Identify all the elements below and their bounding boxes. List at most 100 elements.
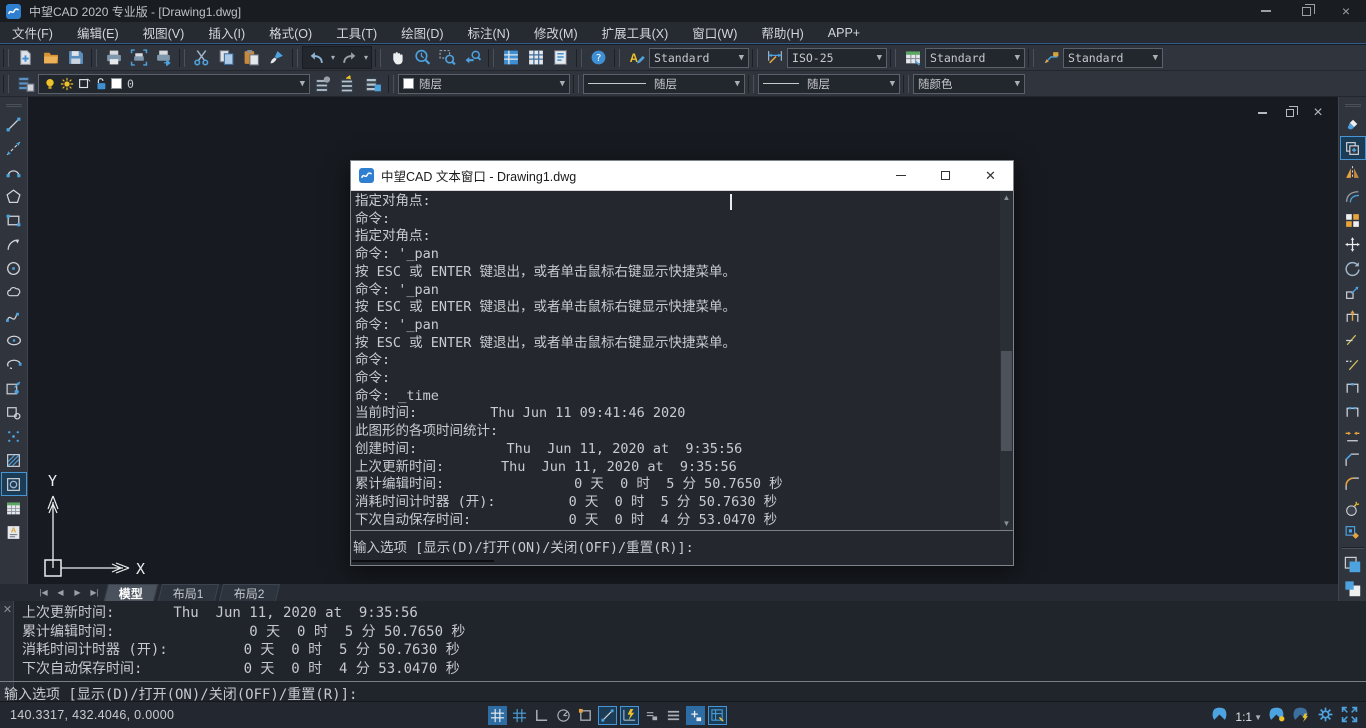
auto-annotation-icon[interactable] [1293, 706, 1310, 728]
doc-restore-icon[interactable] [1281, 105, 1299, 121]
text-window-close-icon[interactable]: ✕ [968, 161, 1013, 190]
pan-icon[interactable] [385, 46, 410, 69]
arc-icon[interactable] [1, 232, 27, 256]
line-icon[interactable] [1, 112, 27, 136]
lineweight-select[interactable]: 随层 ▼ [758, 74, 900, 94]
chamfer-icon[interactable] [1340, 448, 1366, 472]
scroll-up-icon[interactable]: ▲ [1000, 191, 1013, 204]
tab-nav-arrow-icon[interactable]: ▶| [87, 586, 102, 600]
dim-style-icon[interactable] [762, 46, 787, 69]
ellipse-icon[interactable] [1, 328, 27, 352]
region-icon[interactable] [1, 472, 27, 496]
copy-icon[interactable] [1340, 136, 1366, 160]
fillet-icon[interactable] [1340, 472, 1366, 496]
plot-icon[interactable] [151, 46, 176, 69]
layer-on-bulb-icon[interactable] [43, 77, 57, 91]
osnap-toggle-icon[interactable] [576, 706, 595, 725]
tab-model[interactable]: 模型 [104, 584, 158, 601]
layer-plot-icon[interactable] [77, 77, 91, 91]
grid-toggle-icon[interactable] [488, 706, 507, 725]
hatch-icon[interactable] [1, 448, 27, 472]
table-style-icon[interactable] [900, 46, 925, 69]
menu-item[interactable]: 标注(N) [456, 22, 522, 43]
tab-layout2[interactable]: 布局2 [219, 584, 280, 601]
join-icon[interactable] [1340, 424, 1366, 448]
extend-icon[interactable] [1340, 352, 1366, 376]
annotation-visibility-icon[interactable] [1269, 706, 1286, 728]
block-editor-icon[interactable] [1340, 520, 1366, 544]
menu-item[interactable]: 窗口(W) [680, 22, 749, 43]
offset-icon[interactable] [1340, 184, 1366, 208]
menu-item[interactable]: 修改(M) [522, 22, 590, 43]
tab-nav-arrow-icon[interactable]: |◀ [36, 586, 51, 600]
otrack-toggle-icon[interactable] [598, 706, 617, 725]
mleader-style-icon[interactable] [1038, 46, 1063, 69]
ortho-toggle-icon[interactable] [532, 706, 551, 725]
layer-select[interactable]: 0 ▼ [38, 74, 310, 94]
menu-item[interactable]: 文件(F) [0, 22, 65, 43]
menu-item[interactable]: APP+ [816, 22, 872, 43]
undo-icon[interactable] [304, 46, 329, 69]
send-to-back-icon[interactable] [1340, 576, 1366, 600]
text-window-minimize-icon[interactable] [878, 161, 923, 190]
text-style-select[interactable]: Standard▼ [649, 48, 749, 68]
new-file-icon[interactable] [13, 46, 38, 69]
cut-icon[interactable] [189, 46, 214, 69]
menu-item[interactable]: 工具(T) [324, 22, 389, 43]
drawing-properties-icon[interactable] [548, 46, 573, 69]
ellipse-arc-icon[interactable] [1, 352, 27, 376]
revision-cloud-icon[interactable] [1, 280, 27, 304]
text-window-prompt-area[interactable]: 输入选项 [显示(D)/打开(ON)/关闭(OFF)/重置(R)]: [351, 530, 1013, 565]
snap-toggle-icon[interactable] [510, 706, 529, 725]
paste-icon[interactable] [239, 46, 264, 69]
text-window-titlebar[interactable]: 中望CAD 文本窗口 - Drawing1.dwg ✕ [351, 161, 1013, 191]
zoom-realtime-icon[interactable] [410, 46, 435, 69]
layer-previous-icon[interactable] [310, 72, 335, 95]
polygon-icon[interactable] [1, 184, 27, 208]
polyline-icon[interactable] [1, 160, 27, 184]
command-panel[interactable]: ✕ 上次更新时间: Thu Jun 11, 2020 at 9:35:56累计编… [0, 601, 1366, 701]
move-icon[interactable] [1340, 232, 1366, 256]
table-style-select[interactable]: Standard▼ [925, 48, 1025, 68]
text-style-icon[interactable]: A [624, 46, 649, 69]
toolbar-grip[interactable] [6, 104, 22, 107]
close-icon[interactable]: × [1326, 0, 1366, 22]
doc-minimize-icon[interactable] [1253, 105, 1271, 121]
break-icon[interactable] [1340, 400, 1366, 424]
plot-style-select[interactable]: 随颜色 ▼ [913, 74, 1025, 94]
print-preview-icon[interactable] [126, 46, 151, 69]
fullscreen-icon[interactable] [1341, 706, 1358, 728]
menu-item[interactable]: 编辑(E) [65, 22, 131, 43]
undo-dropdown-icon[interactable]: ▾ [331, 53, 335, 62]
mtext-icon[interactable]: A [1, 520, 27, 544]
scrollbar-thumb[interactable] [1001, 351, 1012, 451]
annotation-monitor-toggle-icon[interactable] [708, 706, 727, 725]
layer-manager-icon[interactable] [498, 46, 523, 69]
redo-dropdown-icon[interactable]: ▾ [364, 53, 368, 62]
construction-line-icon[interactable] [1, 136, 27, 160]
trim-icon[interactable] [1340, 328, 1366, 352]
mirror-icon[interactable] [1340, 160, 1366, 184]
menu-item[interactable]: 绘图(D) [389, 22, 455, 43]
menu-item[interactable]: 格式(O) [257, 22, 324, 43]
tab-nav-arrow-icon[interactable]: ◀ [53, 586, 68, 600]
dynamic-input-toggle-icon[interactable] [620, 706, 639, 725]
table-icon[interactable] [1, 496, 27, 520]
match-properties-icon[interactable] [264, 46, 289, 69]
color-select[interactable]: 随层 ▼ [398, 74, 570, 94]
open-folder-icon[interactable] [38, 46, 63, 69]
restore-icon[interactable] [1286, 0, 1326, 22]
stretch-icon[interactable] [1340, 304, 1366, 328]
make-layer-current-icon[interactable] [335, 72, 360, 95]
layer-properties-icon[interactable] [13, 72, 38, 95]
make-block-icon[interactable] [1, 400, 27, 424]
save-icon[interactable] [63, 46, 88, 69]
menu-item[interactable]: 插入(I) [196, 22, 257, 43]
lineweight-toggle-icon[interactable] [642, 706, 661, 725]
menu-item[interactable]: 视图(V) [131, 22, 197, 43]
annotation-scale-value[interactable]: 1:1▼ [1235, 710, 1262, 724]
dim-style-select[interactable]: ISO-25▼ [787, 48, 887, 68]
doc-close-icon[interactable]: × [1309, 105, 1327, 121]
array-icon[interactable] [1340, 208, 1366, 232]
break-at-point-icon[interactable] [1340, 376, 1366, 400]
